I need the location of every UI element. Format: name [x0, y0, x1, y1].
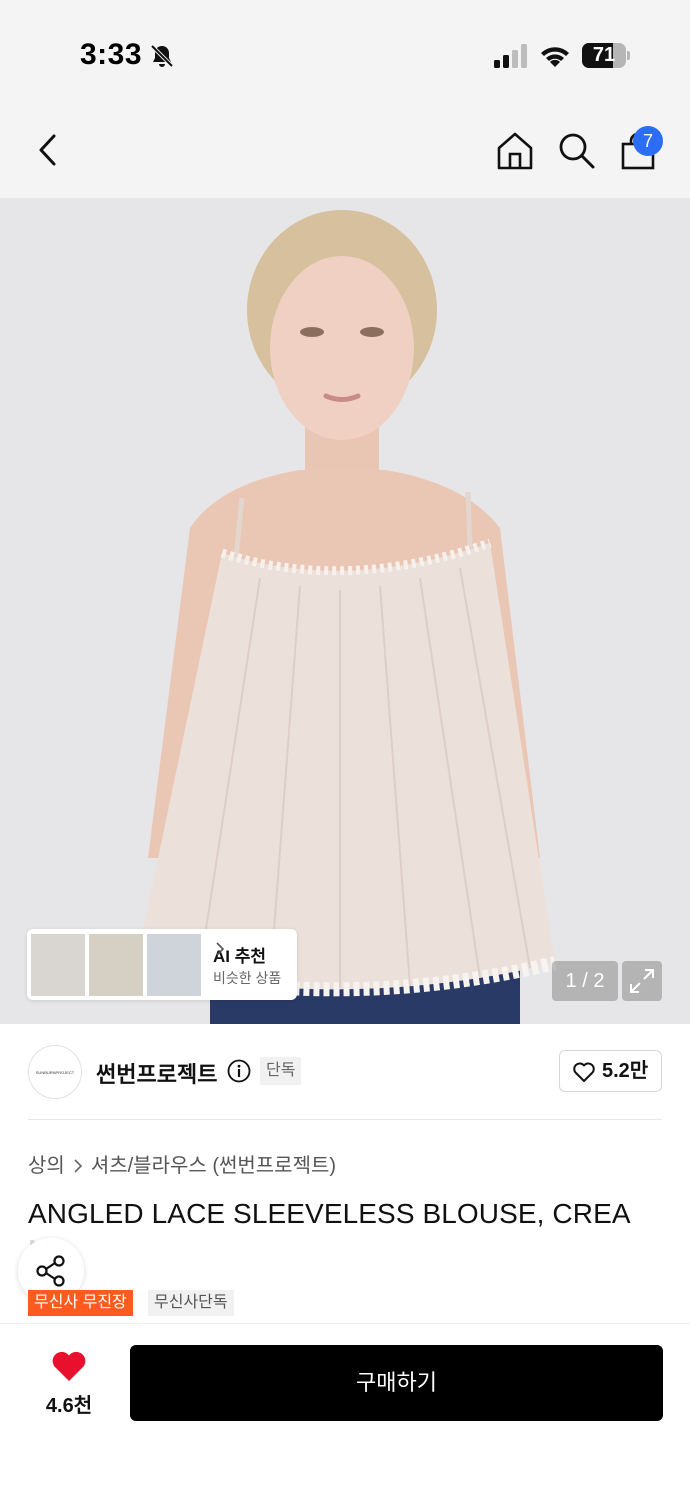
- divider: [28, 1119, 662, 1120]
- chevron-right-icon: [74, 1159, 82, 1173]
- wifi-icon: [541, 47, 569, 67]
- status-bar: 3:33 71: [0, 0, 690, 100]
- brand-logo[interactable]: SUNBURNPROJECT: [28, 1045, 82, 1099]
- search-icon[interactable]: [556, 130, 596, 170]
- ai-recommend-card[interactable]: AI 추천 비슷한 상품: [27, 929, 297, 1000]
- breadcrumb-item-subcategory[interactable]: 셔츠/블라우스 (썬번프로젝트): [91, 1155, 336, 1177]
- heart-outline-icon: [573, 1062, 595, 1082]
- ai-thumb-1: [31, 934, 85, 996]
- heart-filled-icon[interactable]: [50, 1349, 88, 1383]
- home-icon[interactable]: [494, 130, 536, 172]
- cellular-signal-icon: [494, 44, 527, 68]
- musinsa-exclusive-badge: 무신사단독: [148, 1290, 234, 1316]
- product-title: ANGLED LACE SLEEVELESS BLOUSE, CREA M: [28, 1196, 668, 1265]
- share-icon: [36, 1255, 65, 1287]
- buy-button[interactable]: 구매하기: [130, 1345, 663, 1421]
- back-chevron-icon[interactable]: [30, 130, 66, 170]
- model-photo: [0, 198, 690, 1024]
- exclusive-tag: 단독: [260, 1057, 302, 1085]
- nav-bar: [0, 100, 690, 198]
- cart-count-badge: 7: [633, 126, 663, 156]
- battery-level: 71: [592, 44, 616, 66]
- ai-thumb-3: [147, 934, 201, 996]
- breadcrumb: 상의 셔츠/블라우스 (썬번프로젝트): [28, 1149, 336, 1178]
- bell-slash-icon: [150, 44, 174, 68]
- info-icon[interactable]: [227, 1059, 251, 1083]
- musinsa-mujinjang-badge: 무신사 무진장: [28, 1290, 133, 1316]
- battery-cap: [627, 51, 630, 60]
- expand-button[interactable]: [622, 961, 662, 1001]
- ai-thumb-2: [89, 934, 143, 996]
- brand-like-button[interactable]: 5.2만: [559, 1050, 662, 1092]
- chevron-right-icon: [216, 942, 225, 956]
- wish-count: 4.6천: [45, 1395, 93, 1417]
- battery-icon: 71: [582, 43, 626, 68]
- image-page-counter: 1 / 2: [552, 961, 618, 1001]
- product-title-line-1: ANGLED LACE SLEEVELESS BLOUSE, CREA: [28, 1198, 631, 1229]
- expand-icon: [630, 969, 654, 993]
- ai-recommend-subtitle: 비슷한 상품: [213, 970, 282, 986]
- ai-recommend-title: AI 추천: [213, 942, 266, 967]
- brand-like-count: 5.2만: [602, 1060, 649, 1082]
- status-time: 3:33: [80, 38, 143, 71]
- brand-name[interactable]: 썬번프로젝트: [96, 1057, 217, 1089]
- breadcrumb-item-category[interactable]: 상의: [28, 1155, 65, 1177]
- product-image[interactable]: AI 추천 비슷한 상품 1 / 2: [0, 198, 690, 1024]
